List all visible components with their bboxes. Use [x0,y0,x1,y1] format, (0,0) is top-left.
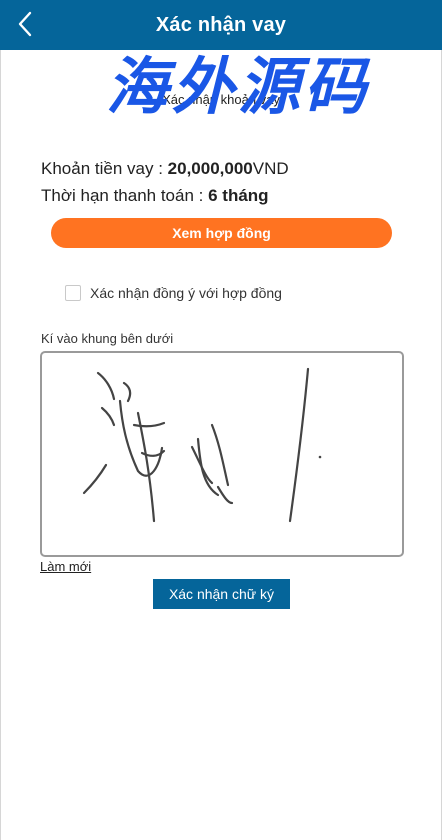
watermark-text: 海外源码 [106,50,371,123]
loan-amount-unit: VND [252,159,289,178]
confirm-signature-button[interactable]: Xác nhận chữ ký [153,579,290,609]
loan-term-value: 6 tháng [208,186,269,205]
loan-term-label: Thời hạn thanh toán : [41,186,204,205]
page-title: Xác nhận vay [155,13,287,36]
app-header: Xác nhận vay [0,0,442,50]
agreement-checkbox[interactable] [65,285,81,301]
view-contract-button[interactable]: Xem hợp đồng [51,218,392,248]
watermark-logo: 海外源码 [106,50,371,123]
page-border-left [0,0,1,840]
loan-term-row: Thời hạn thanh toán : 6 tháng [41,186,269,206]
agreement-label: Xác nhận đồng ý với hợp đồng [90,285,282,301]
signature-dot [318,455,322,459]
signature-label: Kí vào khung bên dưới [41,331,174,346]
agreement-row: Xác nhận đồng ý với hợp đồng [65,285,282,301]
loan-amount-value: 20,000,000 [167,159,253,178]
signature-drawing [82,367,322,523]
signature-pad[interactable] [40,351,404,557]
loan-amount-row: Khoản tiền vay : 20,000,000VND [41,159,289,179]
loan-amount-label: Khoản tiền vay : [41,159,163,178]
reset-signature-link[interactable]: Làm mới [40,559,91,574]
back-button[interactable] [10,9,40,39]
chevron-left-icon [18,11,32,37]
